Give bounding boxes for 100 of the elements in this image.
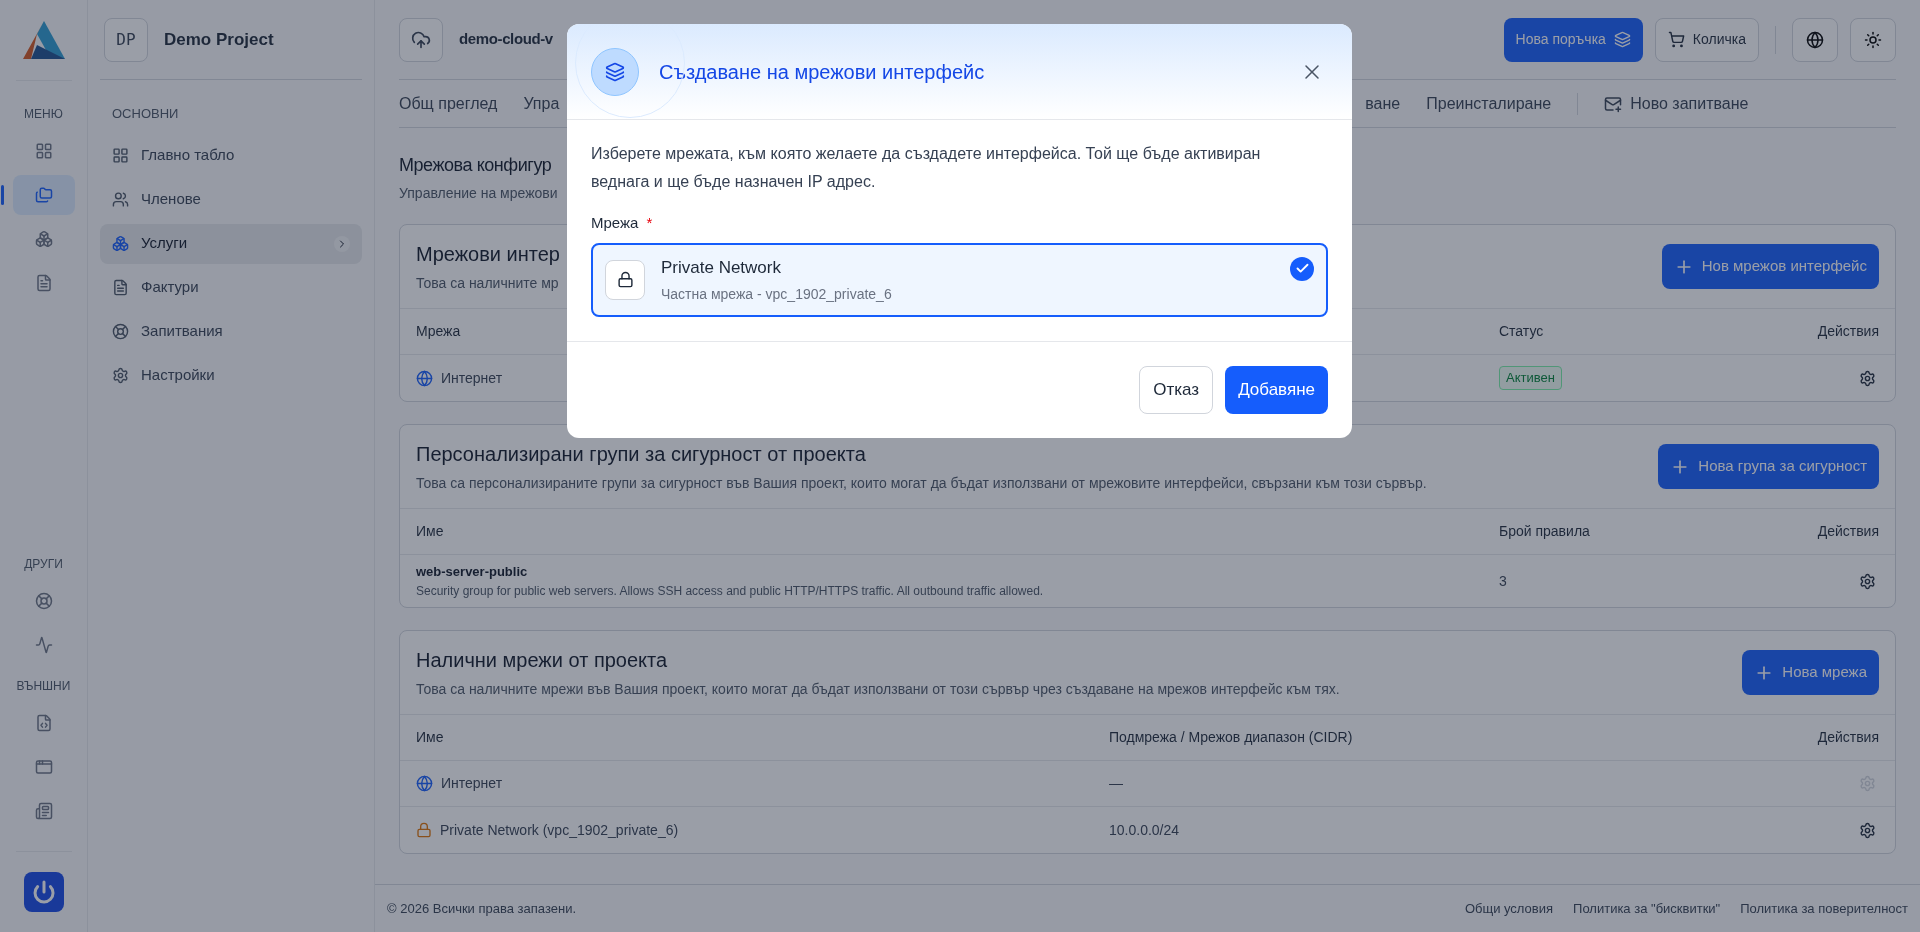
- tab[interactable]: Упра: [523, 91, 560, 116]
- new-order-button[interactable]: Нова поръчка: [1503, 17, 1643, 62]
- add-button[interactable]: Нова група за сигурност: [1658, 444, 1879, 489]
- modal-text: Изберете мрежата, към която желаете да създадете интерфейса. Той ще бъде активиран веднага и ще бъде назначен IP адрес.: [591, 144, 1262, 192]
- card-title: Персонализирани групи за сигурност от проекта: [416, 442, 866, 467]
- page-subtitle: Управление на мрежови: [399, 184, 558, 203]
- rail-button[interactable]: [12, 175, 75, 215]
- settings-icon: [112, 367, 129, 384]
- table-cell-text: web-server-public: [416, 563, 528, 582]
- sidebar-section-label: ОСНОВНИ: [111, 105, 180, 123]
- add-button[interactable]: Нова мрежа: [1742, 650, 1879, 695]
- option-title: Private Network: [661, 256, 782, 279]
- required-mark: *: [646, 213, 653, 233]
- globe-icon: [416, 369, 433, 387]
- sidebar-item[interactable]: Членове: [100, 179, 362, 220]
- document-icon: [34, 274, 53, 292]
- settings-icon: [1858, 821, 1876, 839]
- table-cell-text: Интернет: [441, 368, 503, 388]
- card-title: Мрежови интер: [416, 242, 560, 267]
- column-header: Действия: [1816, 522, 1879, 541]
- settings-icon: [1858, 572, 1876, 590]
- code-file-icon: [34, 714, 53, 732]
- column-header: Име: [416, 522, 445, 541]
- sidebar-item[interactable]: Главно табло: [100, 135, 362, 176]
- boxes-icon: [112, 235, 129, 252]
- card-description: Това са наличните мрежи във Вашия проект, които могат да бъдат използвани от този сървър чрез създаване на мрежов интерфейс към тях.: [416, 680, 1340, 699]
- tab[interactable]: Ново запитване: [1604, 91, 1749, 116]
- boxes-icon: [34, 230, 53, 248]
- logo-icon: [22, 21, 65, 59]
- project-name: Demo Project: [164, 28, 274, 51]
- cart-icon: [1667, 31, 1685, 48]
- table-cell: 10.0.0.0/24: [1109, 821, 1180, 838]
- lock-icon: [416, 822, 432, 838]
- network-option[interactable]: Private Network Частна мрежа - vpc_1902_private_6: [591, 242, 1328, 317]
- sidebar-item[interactable]: Услуги: [100, 223, 362, 264]
- document-icon: [112, 279, 129, 296]
- language-button[interactable]: [1792, 17, 1838, 62]
- rail-section-label: ДРУГИ: [24, 556, 63, 573]
- column-header: Действия: [1816, 322, 1879, 341]
- footer-link[interactable]: Политика за поверителност: [1740, 898, 1908, 919]
- globe-icon: [1806, 30, 1824, 49]
- tab[interactable]: Преинсталиране: [1426, 91, 1552, 116]
- card-title: Налични мрежи от проекта: [416, 648, 668, 673]
- column-header: Име: [416, 728, 445, 747]
- sun-icon: [1864, 30, 1882, 49]
- column-header: Брой правила: [1499, 522, 1591, 541]
- sidebar-item[interactable]: Фактури: [100, 267, 362, 308]
- table-cell: —: [1109, 775, 1123, 791]
- cloud-button[interactable]: [399, 17, 443, 62]
- cancel-button[interactable]: Отказ: [1139, 365, 1214, 414]
- newspaper-icon: [34, 802, 53, 820]
- layers-icon: [605, 61, 625, 82]
- tab[interactable]: ване: [1365, 91, 1401, 116]
- column-header: Подмрежа / Мрежов диапазон (CIDR): [1109, 728, 1354, 747]
- card-description: Това са персонализираните групи за сигурност във Вашия проект, които могат да бъдат използвани от мрежовите интерфейси, свързани към този сървър.: [416, 474, 1427, 493]
- column-header: Мрежа: [416, 322, 462, 341]
- column-header: Статус: [1499, 322, 1545, 341]
- table-cell-text: Private Network (vpc_1902_private_6): [440, 820, 679, 840]
- mail-plus-icon: [1604, 94, 1623, 113]
- users-icon: [112, 191, 129, 208]
- sidebar-item[interactable]: Запитвания: [100, 311, 362, 352]
- add-button[interactable]: Добавяне: [1225, 365, 1328, 414]
- modal-title: Създаване на мрежови интерфейс: [659, 59, 985, 85]
- cloud-upload-icon: [411, 29, 431, 50]
- settings-icon: [1858, 369, 1876, 387]
- check-icon: [1290, 256, 1314, 281]
- option-subtitle: Частна мрежа - vpc_1902_private_6: [661, 285, 893, 304]
- server-name: demo-cloud-v: [459, 29, 553, 50]
- chevron-icon: [334, 235, 350, 252]
- cart-button[interactable]: Количка: [1654, 17, 1759, 62]
- copyright-text: © 2026 Всички права запазени.: [387, 899, 576, 918]
- table-cell-text: Интернет: [441, 774, 503, 793]
- project-avatar: DP: [104, 17, 148, 62]
- footer-link[interactable]: Политика за "бисквитки": [1573, 898, 1721, 919]
- power-button[interactable]: [23, 872, 64, 912]
- status-badge: Активен: [1499, 366, 1562, 390]
- field-label: Мрежа: [591, 213, 639, 233]
- table-cell: 3: [1499, 572, 1507, 589]
- power-icon: [31, 880, 56, 904]
- rail-section-label: ВЪНШНИ: [16, 678, 71, 695]
- add-button[interactable]: Нов мрежов интерфейс: [1661, 244, 1879, 289]
- lifebuoy-icon: [112, 323, 129, 340]
- globe-icon: [416, 775, 433, 792]
- window-icon: [34, 758, 53, 776]
- sidebar-item[interactable]: Настройки: [100, 355, 362, 396]
- pulse-icon: [34, 636, 53, 654]
- theme-button[interactable]: [1850, 17, 1896, 62]
- tab[interactable]: Общ преглед: [399, 91, 498, 116]
- lifebuoy-icon: [34, 592, 53, 610]
- card-description: Това са наличните мр: [416, 274, 559, 293]
- grid-icon: [112, 147, 129, 164]
- lock-icon: [616, 271, 634, 288]
- column-header: Действия: [1816, 728, 1879, 747]
- grid-icon: [34, 142, 53, 160]
- layers-icon: [1613, 31, 1631, 48]
- table-cell-note: Security group for public web servers. Allows SSH access and public HTTP/HTTPS traffic. All outbound traffic allowed.: [416, 582, 1044, 600]
- page-title: Мрежова конфигур: [399, 154, 552, 177]
- folders-icon: [34, 186, 53, 204]
- settings-icon: [1858, 775, 1876, 792]
- footer-link[interactable]: Общи условия: [1464, 898, 1554, 919]
